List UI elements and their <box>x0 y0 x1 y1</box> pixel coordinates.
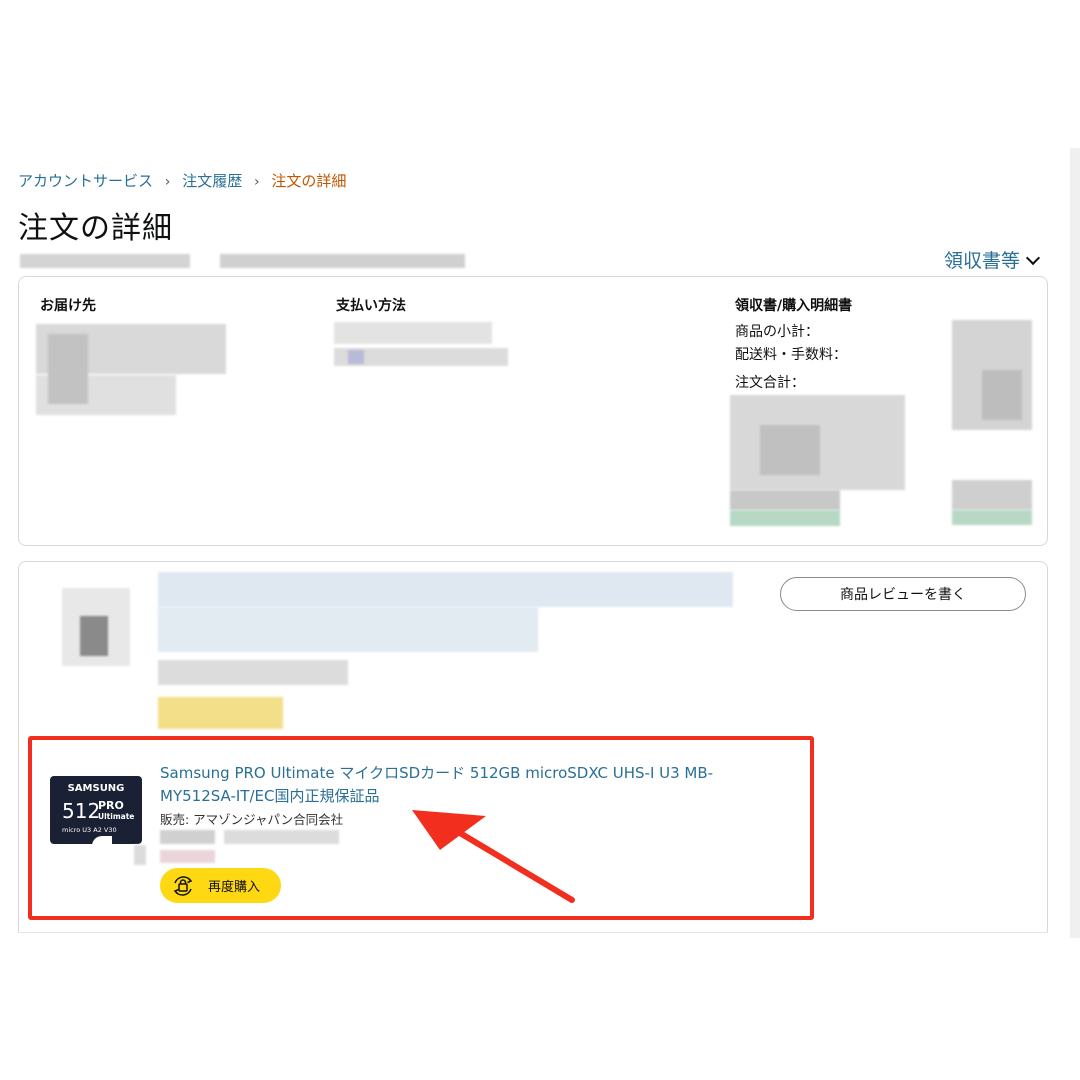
breadcrumb-account-services[interactable]: アカウントサービス <box>18 172 153 190</box>
subtotal-label: 商品の小計： <box>735 324 819 340</box>
breadcrumb-current: 注文の詳細 <box>271 172 347 190</box>
first-item-details-redacted <box>158 572 733 734</box>
shipping-address-redacted <box>36 320 226 440</box>
breadcrumb-separator: › <box>164 174 171 190</box>
chevron-down-icon <box>1025 250 1041 266</box>
breadcrumb-separator: › <box>253 174 260 190</box>
card-divider <box>18 932 1048 933</box>
page-scrollbar[interactable] <box>1070 148 1080 938</box>
receipts-menu-label: 領収書等 <box>944 250 1021 272</box>
receipt-amounts-redacted <box>952 320 1032 540</box>
shipping-heading: お届け先 <box>40 298 96 314</box>
receipt-heading: 領収書/購入明細書 <box>735 298 853 314</box>
annotation-arrow <box>412 810 575 903</box>
receipt-details-redacted <box>730 395 905 540</box>
write-review-button[interactable]: 商品レビューを書く <box>780 577 1026 611</box>
page-title: 注文の詳細 <box>18 211 173 246</box>
breadcrumb: アカウントサービス › 注文履歴 › 注文の詳細 <box>18 170 346 191</box>
shipping-fee-label: 配送料・手数料： <box>735 347 847 363</box>
first-item-image-redacted <box>62 588 130 666</box>
order-meta-redacted <box>20 252 470 270</box>
breadcrumb-order-history[interactable]: 注文履歴 <box>182 172 242 190</box>
receipts-menu[interactable]: 領収書等 <box>944 246 1041 273</box>
payment-heading: 支払い方法 <box>336 298 406 314</box>
payment-method-redacted <box>334 320 510 370</box>
order-total-label: 注文合計： <box>735 375 805 391</box>
